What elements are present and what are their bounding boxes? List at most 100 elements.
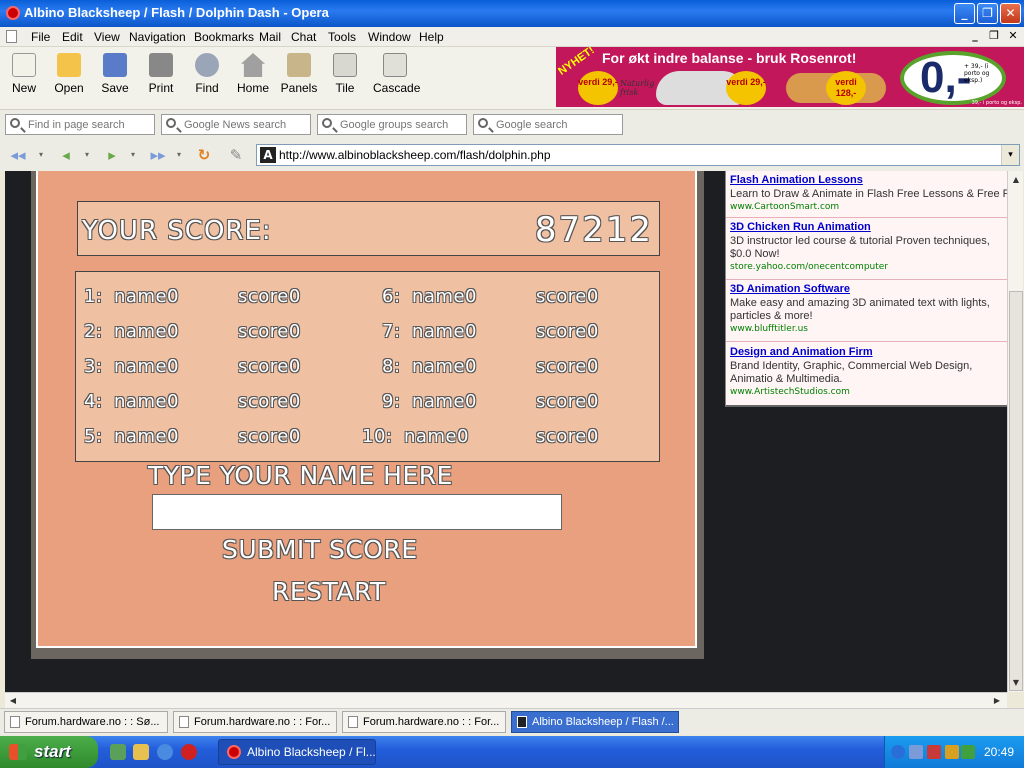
print-button[interactable]: Print	[139, 51, 183, 103]
horizontal-scrollbar[interactable]: ◀ ▶	[5, 692, 1007, 708]
ad-url[interactable]: www.ArtistechStudios.com	[730, 387, 1007, 397]
page-tab[interactable]: Forum.hardware.no : : Sø...	[4, 711, 168, 733]
page-tab-active[interactable]: Albino Blacksheep / Flash /...	[511, 711, 679, 733]
ad-url[interactable]: www.CartoonSmart.com	[730, 202, 1007, 212]
page-tab[interactable]: Forum.hardware.no : : For...	[342, 711, 506, 733]
save-button[interactable]: Save	[93, 51, 137, 103]
tile-button[interactable]: Tile	[323, 51, 367, 103]
address-input[interactable]	[279, 147, 999, 163]
ad-title-link[interactable]: Design and Animation Firm	[730, 346, 1007, 358]
address-field[interactable]: A ▾	[256, 144, 1020, 166]
ad-title-link[interactable]: Flash Animation Lessons	[730, 174, 1007, 186]
ie-icon[interactable]	[157, 744, 173, 760]
scroll-left-button[interactable]: ◀	[5, 693, 21, 708]
google-news-input[interactable]	[184, 117, 306, 132]
opera-icon[interactable]	[181, 744, 197, 760]
zonealarm-icon[interactable]	[945, 745, 959, 759]
ad-item[interactable]: Flash Animation Lessons Learn to Draw & …	[730, 174, 1007, 212]
maximize-button[interactable]: ❐	[977, 3, 998, 24]
price-badge: verdi 128,-	[826, 71, 866, 105]
highscore-score: score0	[536, 356, 599, 377]
menu-tools[interactable]: Tools	[328, 30, 356, 44]
find-in-page-input[interactable]	[28, 117, 150, 132]
network-icon[interactable]	[909, 745, 923, 759]
opera-icon	[227, 745, 241, 759]
forward-button[interactable]: ▸	[102, 146, 122, 164]
opera-icon[interactable]	[6, 6, 20, 20]
page-restore-button[interactable]: ❐	[986, 29, 1002, 44]
security-icon[interactable]	[927, 745, 941, 759]
ad-url[interactable]: store.yahoo.com/onecentcomputer	[730, 262, 1007, 272]
start-button[interactable]: start	[0, 736, 98, 768]
menu-help[interactable]: Help	[419, 30, 444, 44]
page-minimize-button[interactable]: _	[967, 29, 983, 44]
ad-url[interactable]: www.blufftitler.us	[730, 324, 1007, 334]
rewind-button[interactable]: ◂◂	[8, 146, 28, 164]
desktop-icon[interactable]	[110, 744, 126, 760]
submit-score-button[interactable]: SUBMIT SCORE	[222, 535, 418, 564]
folder-icon	[57, 53, 81, 77]
address-dropdown-button[interactable]: ▾	[1001, 145, 1019, 165]
ad-title-link[interactable]: 3D Animation Software	[730, 283, 1007, 295]
address-toolbar: ◂◂ ▾ ◂ ▾ ▸ ▾ ▸▸ ▾ ↻ ✎ A ▾	[0, 139, 1024, 171]
chevron-down-icon[interactable]: ▾	[36, 146, 46, 164]
menu-mail[interactable]: Mail	[259, 30, 281, 44]
page-tab[interactable]: Forum.hardware.no : : For...	[173, 711, 337, 733]
game-area[interactable]: YOUR SCORE: 87212 1: name0 score0 2: nam…	[36, 171, 697, 648]
google-search-field[interactable]	[473, 114, 623, 135]
tile-label: Tile	[335, 81, 355, 95]
ad-item[interactable]: 3D Animation Software Make easy and amaz…	[730, 283, 1007, 334]
menu-bookmarks[interactable]: Bookmarks	[194, 30, 254, 44]
edit-icon[interactable]: ✎	[226, 146, 246, 164]
close-button[interactable]: ✕	[1000, 3, 1021, 24]
google-groups-input[interactable]	[340, 117, 462, 132]
volume-icon[interactable]	[961, 745, 975, 759]
scroll-up-button[interactable]: ▲	[1008, 172, 1024, 188]
highscore-score: score0	[238, 321, 301, 342]
cascade-button[interactable]: Cascade	[373, 51, 420, 103]
panels-button[interactable]: Panels	[277, 51, 321, 103]
ad-title-link[interactable]: 3D Chicken Run Animation	[730, 221, 1007, 233]
restart-button[interactable]: RESTART	[272, 577, 386, 606]
clock: 20:49	[983, 745, 1014, 759]
fast-forward-button[interactable]: ▸▸	[148, 146, 168, 164]
menu-file[interactable]: File	[31, 30, 50, 44]
google-news-field[interactable]	[161, 114, 311, 135]
google-search-input[interactable]	[496, 117, 618, 132]
explorer-icon[interactable]	[133, 744, 149, 760]
menu-window[interactable]: Window	[368, 30, 411, 44]
scroll-thumb[interactable]	[1009, 291, 1023, 691]
page-icon	[179, 716, 189, 728]
ad-item[interactable]: Design and Animation Firm Brand Identity…	[730, 346, 1007, 397]
find-button[interactable]: Find	[185, 51, 229, 103]
advertisement-banner[interactable]: NYHET! For økt indre balanse - bruk Rose…	[556, 47, 1024, 107]
taskbar-opera-button[interactable]: Albino Blacksheep / Fl...	[218, 739, 376, 765]
find-in-page-field[interactable]	[5, 114, 155, 135]
back-button[interactable]: ◂	[56, 146, 76, 164]
chevron-down-icon[interactable]: ▾	[174, 146, 184, 164]
menu-navigation[interactable]: Navigation	[129, 30, 186, 44]
ad-item[interactable]: 3D Chicken Run Animation 3D instructor l…	[730, 221, 1007, 272]
home-button[interactable]: Home	[231, 51, 275, 103]
vertical-scrollbar[interactable]: ▲ ▼	[1007, 171, 1023, 692]
title-bar[interactable]: Albino Blacksheep / Flash / Dolphin Dash…	[0, 0, 1024, 27]
menu-chat[interactable]: Chat	[291, 30, 316, 44]
menu-view[interactable]: View	[94, 30, 120, 44]
reload-button[interactable]: ↻	[194, 146, 214, 164]
google-groups-field[interactable]	[317, 114, 467, 135]
scroll-right-button[interactable]: ▶	[989, 693, 1005, 708]
menu-edit[interactable]: Edit	[62, 30, 83, 44]
highscore-rank: 7:	[382, 321, 401, 342]
new-button[interactable]: New	[2, 51, 46, 103]
document-icon[interactable]	[6, 30, 17, 43]
player-name-input[interactable]	[152, 494, 562, 530]
chevron-down-icon[interactable]: ▾	[128, 146, 138, 164]
highscore-name: name0	[114, 426, 179, 447]
scroll-down-button[interactable]: ▼	[1008, 675, 1024, 691]
open-button[interactable]: Open	[47, 51, 91, 103]
arrow-icon[interactable]	[891, 745, 905, 759]
minimize-button[interactable]: _	[954, 3, 975, 24]
page-close-button[interactable]: ✕	[1005, 29, 1021, 44]
chevron-down-icon[interactable]: ▾	[82, 146, 92, 164]
score-label: YOUR SCORE:	[82, 216, 272, 246]
